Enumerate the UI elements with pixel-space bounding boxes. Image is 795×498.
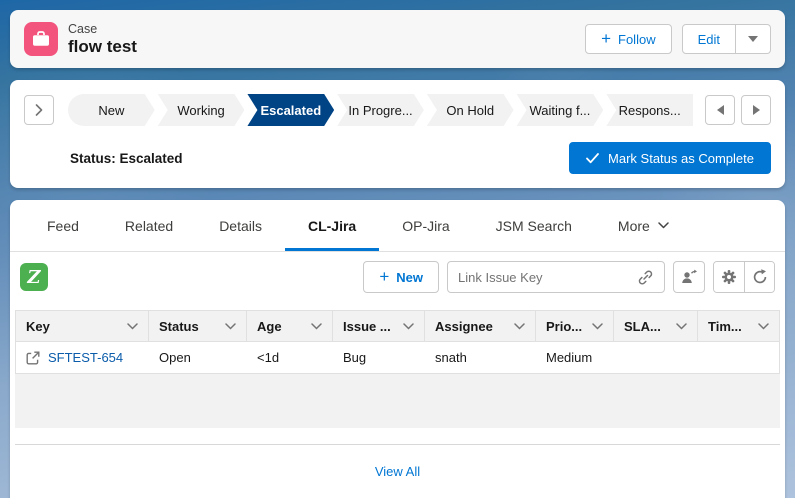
settings-button[interactable]	[714, 262, 744, 292]
path-stage-escalated[interactable]: Escalated	[247, 94, 334, 126]
link-issue-key-box	[447, 261, 665, 293]
tab-more[interactable]: More	[595, 200, 692, 251]
cell-time	[698, 342, 779, 373]
gear-icon	[721, 269, 737, 285]
caret-down-icon	[748, 36, 758, 42]
link-issue-key-input[interactable]	[458, 270, 631, 285]
chevron-down-icon	[658, 222, 669, 229]
path-stage-working[interactable]: Working	[158, 94, 245, 126]
path-expand-button[interactable]	[24, 95, 54, 125]
plus-icon: +	[601, 30, 611, 47]
assign-user-button[interactable]	[673, 261, 705, 293]
cell-priority: Medium	[536, 342, 614, 373]
chevron-down-icon[interactable]	[225, 323, 236, 330]
path-stage-response[interactable]: Respons...	[606, 94, 693, 126]
table-footer: View All	[15, 444, 780, 481]
cell-sla	[614, 342, 698, 373]
column-header-time[interactable]: Tim...	[698, 311, 779, 341]
cell-key: SFTEST-654	[16, 342, 149, 373]
edit-button[interactable]: Edit	[682, 24, 736, 54]
more-actions-dropdown-button[interactable]	[736, 24, 771, 54]
mark-status-complete-button[interactable]: Mark Status as Complete	[569, 142, 771, 174]
table-header-row: Key Status Age Issue ... Assignee Prio..…	[15, 310, 780, 342]
briefcase-icon	[31, 29, 51, 49]
path-assistant: New Working Escalated In Progre... On Ho…	[10, 80, 785, 188]
follow-button-label: Follow	[618, 32, 656, 47]
edit-button-label: Edit	[698, 32, 720, 47]
object-label: Case	[68, 22, 137, 36]
status-text: Status: Escalated	[70, 151, 183, 166]
path-stages: New Working Escalated In Progre... On Ho…	[68, 94, 693, 126]
new-issue-button[interactable]: + New	[363, 261, 439, 293]
chevron-down-icon[interactable]	[514, 323, 525, 330]
case-object-icon	[24, 22, 58, 56]
tab-details[interactable]: Details	[196, 200, 285, 251]
column-header-status[interactable]: Status	[149, 311, 247, 341]
user-arrow-icon	[680, 269, 698, 285]
tab-op-jira[interactable]: OP-Jira	[379, 200, 472, 251]
column-header-age[interactable]: Age	[247, 311, 333, 341]
cell-status: Open	[149, 342, 247, 373]
record-tabs-panel: Feed Related Details CL-Jira OP-Jira JSM…	[10, 200, 785, 498]
follow-button[interactable]: + Follow	[585, 24, 672, 54]
record-header: Case flow test + Follow Edit	[10, 10, 785, 68]
page-title: flow test	[68, 37, 137, 57]
cell-issue-type: Bug	[333, 342, 425, 373]
issue-key-link[interactable]: SFTEST-654	[48, 350, 123, 365]
chevron-right-icon	[35, 104, 43, 116]
table-row: SFTEST-654 Open <1d Bug snath Medium	[15, 342, 780, 374]
triangle-left-icon	[717, 105, 724, 115]
new-issue-label: New	[396, 270, 423, 285]
path-scroll-right-button[interactable]	[741, 95, 771, 125]
chevron-down-icon[interactable]	[403, 323, 414, 330]
tab-bar: Feed Related Details CL-Jira OP-Jira JSM…	[10, 200, 785, 252]
chevron-down-icon[interactable]	[311, 323, 322, 330]
path-stage-on-hold[interactable]: On Hold	[427, 94, 514, 126]
tab-related[interactable]: Related	[102, 200, 196, 251]
link-icon[interactable]	[637, 269, 654, 286]
path-stage-in-progress[interactable]: In Progre...	[337, 94, 424, 126]
column-header-sla[interactable]: SLA...	[614, 311, 698, 341]
table-empty-area	[15, 374, 780, 428]
triangle-right-icon	[753, 105, 760, 115]
plus-icon: +	[379, 268, 389, 285]
external-link-icon[interactable]	[26, 351, 40, 365]
zagile-connect-logo: Z	[20, 263, 48, 291]
chevron-down-icon[interactable]	[676, 323, 687, 330]
refresh-icon	[752, 269, 768, 285]
chevron-down-icon[interactable]	[758, 323, 769, 330]
cell-assignee: snath	[425, 342, 536, 373]
chevron-down-icon[interactable]	[592, 323, 603, 330]
view-all-link[interactable]: View All	[375, 464, 420, 479]
tab-jsm-search[interactable]: JSM Search	[473, 200, 595, 251]
checkmark-icon	[586, 153, 599, 164]
tab-feed[interactable]: Feed	[24, 200, 102, 251]
column-header-assignee[interactable]: Assignee	[425, 311, 536, 341]
issues-table: Key Status Age Issue ... Assignee Prio..…	[15, 310, 780, 374]
path-stage-waiting[interactable]: Waiting f...	[517, 94, 604, 126]
column-header-issue-type[interactable]: Issue ...	[333, 311, 425, 341]
refresh-button[interactable]	[744, 262, 774, 292]
path-scroll-left-button[interactable]	[705, 95, 735, 125]
settings-refresh-group	[713, 261, 775, 293]
cell-age: <1d	[247, 342, 333, 373]
column-header-key[interactable]: Key	[16, 311, 149, 341]
mark-status-complete-label: Mark Status as Complete	[608, 151, 754, 166]
jira-toolbar: Z + New	[10, 252, 785, 302]
column-header-priority[interactable]: Prio...	[536, 311, 614, 341]
chevron-down-icon[interactable]	[127, 323, 138, 330]
path-stage-new[interactable]: New	[68, 94, 155, 126]
tab-cl-jira[interactable]: CL-Jira	[285, 200, 379, 251]
